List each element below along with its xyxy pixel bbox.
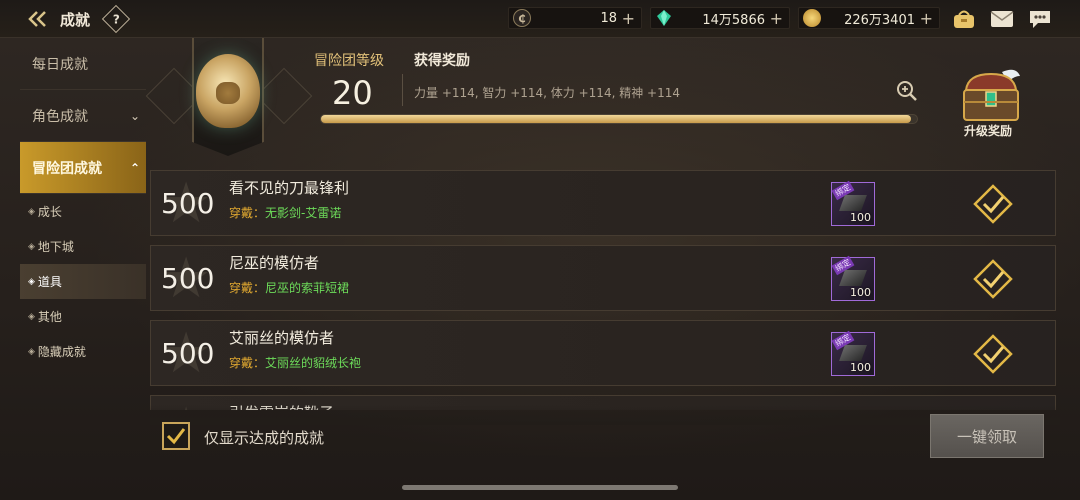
divider [402, 74, 403, 106]
currency-gold-coin[interactable]: 226万3401 + [798, 7, 940, 29]
chat-icon[interactable] [1028, 8, 1052, 30]
sidebar-sub-item-dungeon[interactable]: ◈ 地下城 [20, 229, 146, 264]
sidebar-sub-item-items[interactable]: ◈ 道具 [20, 264, 146, 299]
reward-item-slot[interactable]: 绑定 100 [831, 180, 875, 226]
achievement-name: 艾丽丝的模仿者 [229, 329, 335, 347]
treasure-chest-icon[interactable] [958, 66, 1024, 128]
level-label: 冒险团等级 [314, 53, 384, 69]
chevron-up-icon: ⌃ [129, 160, 140, 175]
claim-all-button[interactable]: 一键领取 [930, 414, 1044, 458]
achievement-condition: 穿戴：无影剑-艾雷诺 [229, 206, 342, 220]
item-icon [839, 345, 867, 361]
achievement-row: ★ 500 艾丽丝的模仿者 穿戴：艾丽丝的貂绒长袍 绑定 100 [150, 320, 1056, 386]
level-progress-fill [321, 115, 912, 123]
inventory-bag-icon[interactable] [952, 8, 976, 30]
upgrade-reward-label: 升级奖励 [964, 124, 1013, 138]
diamond-bullet-icon: ◈ [28, 206, 35, 217]
item-icon [839, 270, 867, 286]
currency-coin-c[interactable]: ₵ 18 + [508, 7, 642, 29]
add-coin-c-button[interactable]: + [622, 9, 635, 28]
show-completed-label[interactable]: 仅显示达成的成就 [204, 427, 324, 448]
sidebar-item-daily[interactable]: 每日成就 [20, 38, 146, 90]
completed-check-icon[interactable] [973, 334, 1013, 374]
page-title: 成就 [60, 11, 91, 29]
gold-coin-icon [803, 9, 821, 27]
achievement-condition: 穿戴：尼巫的索菲短裙 [229, 281, 350, 295]
achievement-list[interactable]: ★ 500 看不见的刀最锋利 穿戴：无影剑-艾雷诺 绑定 100 ★ 500 尼… [150, 170, 1056, 410]
item-icon [839, 195, 867, 211]
lion-emblem-icon [196, 54, 260, 128]
top-bar: 成就 ? ₵ 18 + 14万5866 + 226万3401 + [0, 0, 1080, 38]
achievement-points: 500 [161, 337, 215, 370]
level-header: 冒险团等级 20 获得奖励 力量 +114, 智力 +114, 体力 +114,… [145, 38, 1080, 166]
reward-item-slot[interactable]: 绑定 100 [831, 330, 875, 376]
reward-item-slot[interactable]: 绑定 100 [831, 255, 875, 301]
completed-check-icon[interactable] [973, 259, 1013, 299]
item-quantity: 100 [850, 361, 871, 374]
achievement-row: ★ 500 看不见的刀最锋利 穿戴：无影剑-艾雷诺 绑定 100 [150, 170, 1056, 236]
sidebar-item-character[interactable]: 角色成就 ⌄ [20, 90, 146, 142]
mail-icon[interactable] [990, 8, 1014, 30]
achievement-points: 500 [161, 262, 215, 295]
diamond-bullet-icon: ◈ [28, 241, 35, 252]
level-progress-bar [320, 114, 918, 124]
achievement-points: 500 [161, 187, 215, 220]
decoration [255, 67, 313, 125]
list-fade [150, 405, 1060, 425]
sidebar-sub-item-growth[interactable]: ◈ 成长 [20, 194, 146, 229]
achievement-condition: 穿戴：艾丽丝的貂绒长袍 [229, 356, 362, 370]
sidebar-item-adventure-team[interactable]: 冒险团成就 ⌃ [20, 142, 146, 194]
achievement-name: 尼巫的模仿者 [229, 254, 320, 272]
sidebar-sub-item-hidden[interactable]: ◈ 隐藏成就 [20, 334, 146, 369]
chevron-down-icon: ⌄ [129, 108, 140, 123]
help-icon[interactable]: ? [101, 4, 131, 34]
level-value: 20 [332, 74, 373, 112]
item-quantity: 100 [850, 211, 871, 224]
zoom-in-icon[interactable] [896, 80, 918, 102]
item-quantity: 100 [850, 286, 871, 299]
show-completed-checkbox[interactable] [162, 422, 190, 450]
sidebar-sub-item-other[interactable]: ◈ 其他 [20, 299, 146, 334]
sidebar: 每日成就 角色成就 ⌄ 冒险团成就 ⌃ ◈ 成长 ◈ 地下城 ◈ 道具 ◈ 其他… [20, 38, 146, 378]
green-gem-icon [655, 9, 673, 27]
back-arrow-icon[interactable] [26, 8, 50, 30]
diamond-bullet-icon: ◈ [28, 346, 35, 357]
add-green-gem-button[interactable]: + [770, 9, 783, 28]
reward-stats: 力量 +114, 智力 +114, 体力 +114, 精神 +114 [414, 86, 680, 100]
currency-green-gem[interactable]: 14万5866 + [650, 7, 790, 29]
add-gold-coin-button[interactable]: + [920, 9, 933, 28]
reward-title: 获得奖励 [414, 53, 470, 69]
home-indicator[interactable] [402, 485, 678, 490]
completed-check-icon[interactable] [973, 184, 1013, 224]
achievement-row: ★ 500 尼巫的模仿者 穿戴：尼巫的索菲短裙 绑定 100 [150, 245, 1056, 311]
diamond-bullet-icon: ◈ [28, 311, 35, 322]
diamond-bullet-icon: ◈ [28, 276, 35, 287]
achievement-name: 看不见的刀最锋利 [229, 179, 350, 197]
coin-c-icon: ₵ [513, 9, 531, 27]
